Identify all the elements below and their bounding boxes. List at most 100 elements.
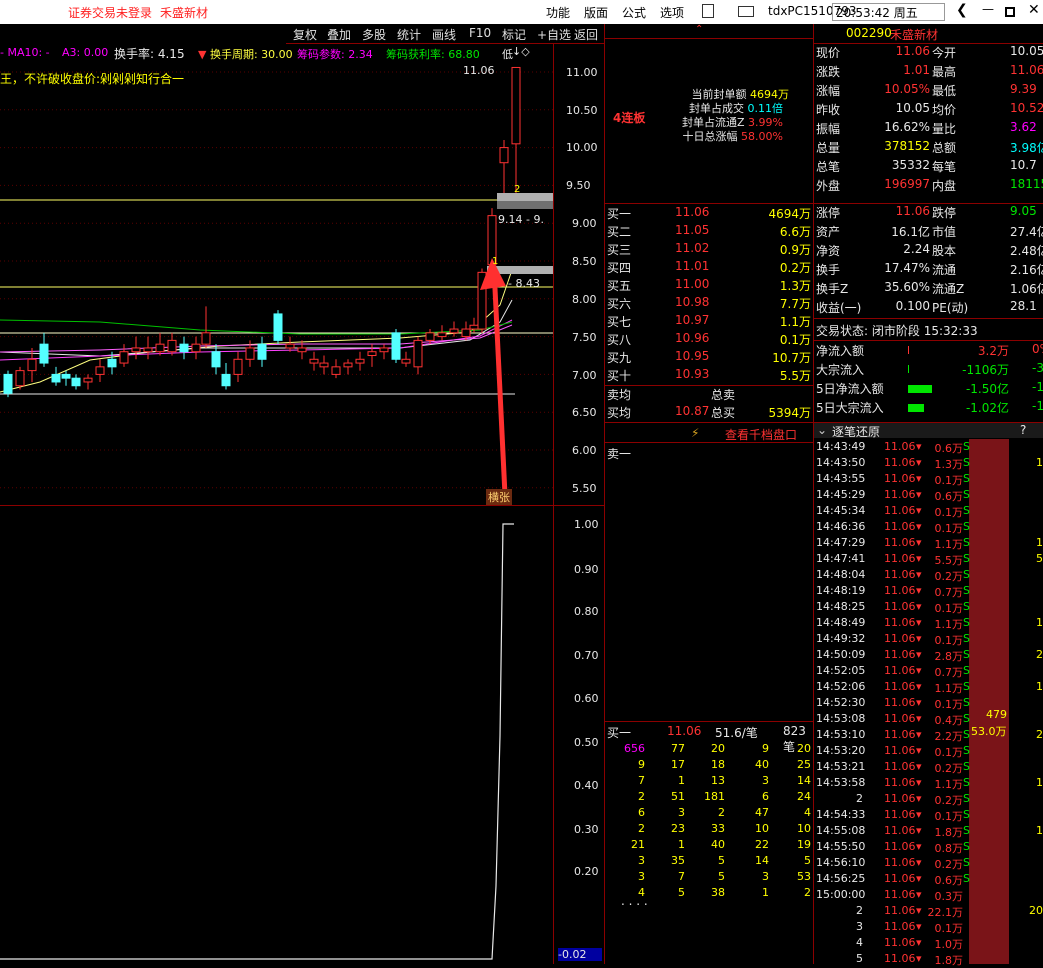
title-bar: 证券交易未登录 禾盛新材 功能 版面 公式 选项 tdxPC1510793 20… (0, 0, 1043, 24)
f10-button[interactable]: F10 (469, 26, 491, 40)
queue-cell: 14 (797, 774, 811, 787)
add-watchlist-button[interactable]: +自选 (537, 26, 571, 43)
lightning-icon: ⚡ (691, 426, 700, 440)
restore-icon[interactable] (1005, 7, 1015, 17)
menu-formula[interactable]: 公式 (622, 4, 646, 21)
bid-row[interactable]: 买四 11.01 0.2万 (605, 259, 813, 277)
tick-row: 14:53:10 11.06 ▾ 2.2万 S 2 (816, 728, 1043, 743)
subchart-tag: 横张 (486, 489, 512, 505)
queue-cell: 51 (671, 790, 685, 803)
flow-row: 5日净流入额 -1.50亿 -18 (816, 380, 1043, 396)
overlay-button[interactable]: 叠加 (327, 26, 351, 43)
close-icon[interactable]: ✕ (1028, 2, 1040, 18)
stock-title: 禾盛新材 (890, 28, 939, 42)
bid-row[interactable]: 买一 11.06 4694万 (605, 205, 813, 223)
quote-row: 外盘 196997 内盘 181155 (816, 177, 1043, 193)
queue-cell: 6 (762, 790, 769, 803)
menu-function[interactable]: 功能 (546, 4, 570, 21)
flow-row: 大宗流入 -1106万 -39 (816, 361, 1043, 377)
queue-cell: 9 (762, 742, 769, 755)
queue-cell: 656 (624, 742, 645, 755)
help-icon[interactable]: ? (1020, 423, 1026, 437)
queue-cell: 14 (755, 854, 769, 867)
bid-row[interactable]: 买五 11.00 1.3万 (605, 277, 813, 295)
order-book-panel: ⌃ 4连板 当前封单额 4694万 封单占成交 0.11倍 封单占流通Z 3.99%… (605, 24, 813, 964)
queue-more: . . . . (621, 894, 648, 908)
queue-cell: 19 (797, 838, 811, 851)
queue-cell: 22 (755, 838, 769, 851)
back-icon[interactable]: ❮ (956, 2, 968, 18)
queue-cell: 40 (755, 758, 769, 771)
phone-icon[interactable] (702, 4, 714, 18)
bid-row[interactable]: 买八 10.96 0.1万 (605, 331, 813, 349)
bid-row[interactable]: 买三 11.02 0.9万 (605, 241, 813, 259)
tick-row: 14:54:33 11.06 ▾ 0.1万 S (816, 808, 970, 823)
sub-indicator-chart[interactable] (0, 506, 553, 964)
kline-chart[interactable] (0, 44, 553, 505)
tick-row: 14:56:10 11.06 ▾ 0.2万 S (816, 856, 970, 871)
tick-row: 14:53:21 11.06 ▾ 0.2万 S (816, 760, 970, 775)
queue-cell: 24 (797, 790, 811, 803)
tick-row: 14:46:36 11.06 ▾ 0.1万 S (816, 520, 970, 535)
high-label: 11.06 (463, 64, 495, 77)
tick-row: 14:52:05 11.06 ▾ 0.7万 S (816, 664, 970, 679)
queue-cell: 10 (797, 822, 811, 835)
queue-cell: 53 (797, 870, 811, 883)
queue-cell: 47 (755, 806, 769, 819)
collapse-ticks-icon[interactable]: ⌄ (817, 423, 827, 437)
queue-cell: 35 (671, 854, 685, 867)
queue-cell: 181 (704, 790, 725, 803)
quote-row: 涨停 11.06 跌停 9.05 (816, 204, 1037, 220)
draw-line-button[interactable]: 画线 (432, 26, 456, 43)
queue-cell: 1 (678, 774, 685, 787)
tick-row: 14:45:34 11.06 ▾ 0.1万 S (816, 504, 970, 519)
queue-cell: 3 (638, 854, 645, 867)
queue-cell: 2 (638, 790, 645, 803)
queue-cell: 2 (638, 822, 645, 835)
sell-one-label: 卖一 (607, 447, 632, 461)
multi-stock-button[interactable]: 多股 (362, 26, 386, 43)
queue-header: 买一 11.06 51.6/笔 823笔 (607, 724, 806, 754)
tick-row: 14:49:32 11.06 ▾ 0.1万 S (816, 632, 970, 647)
queue-cell: 40 (711, 838, 725, 851)
quote-row: 涨跌 1.01 最高 11.06 (816, 63, 1043, 79)
queue-cell: 20 (797, 742, 811, 755)
login-status[interactable]: 证券交易未登录 (68, 4, 152, 21)
restore-rights-button[interactable]: 复权 (293, 26, 317, 43)
return-button[interactable]: 返回 (574, 26, 598, 43)
tick-row: 14:53:58 11.06 ▾ 1.1万 S 1 (816, 776, 1043, 791)
tick-row: 14:48:19 11.06 ▾ 0.7万 S (816, 584, 970, 599)
price-axis: 11.00 10.50 10.00 9.50 9.00 8.50 8.00 7.… (566, 66, 598, 495)
view-depth-link[interactable]: 查看千档盘口 (725, 426, 797, 443)
seal-line: 封单占流通Z 3.99% (682, 116, 783, 129)
tick-row: 14:50:09 11.06 ▾ 2.8万 S 2 (816, 648, 1043, 663)
bid-row[interactable]: 买十 10.93 5.5万 (605, 367, 813, 385)
queue-cell: 5 (804, 854, 811, 867)
bid-row[interactable]: 买七 10.97 1.1万 (605, 313, 813, 331)
queue-cell: 13 (711, 774, 725, 787)
ticks-header[interactable]: ⌄ 逐笔还原 ? (814, 422, 1043, 439)
collapse-icon[interactable]: ⌃ (695, 24, 703, 35)
avg-row: 买均 10.87 总买 5394万 (607, 404, 811, 420)
queue-cell: 10 (755, 822, 769, 835)
label-2: 2 (514, 184, 521, 195)
sub-axis: 1.00 0.90 0.80 0.70 0.60 0.50 0.40 0.30 … (554, 506, 604, 964)
bid-row[interactable]: 买二 11.05 6.6万 (605, 223, 813, 241)
flow-row: 净流入额 3.2万 0% (816, 342, 1043, 358)
queue-cell: 38 (711, 886, 725, 899)
bid-row[interactable]: 买九 10.95 10.7万 (605, 349, 813, 367)
bid-row[interactable]: 买六 10.98 7.7万 (605, 295, 813, 313)
queue-cell: 2 (804, 886, 811, 899)
quote-row: 现价 11.06 今开 10.05 (816, 44, 1043, 60)
menu-layout[interactable]: 版面 (584, 4, 608, 21)
menu-options[interactable]: 选项 (660, 4, 684, 21)
queue-cell: 3 (638, 870, 645, 883)
mark-button[interactable]: 标记 (502, 26, 526, 43)
tick-row: 14:55:50 11.06 ▾ 0.8万 S (816, 840, 970, 855)
tick-row: 14:43:50 11.06 ▾ 1.3万 S 1 (816, 456, 1043, 471)
queue-cell: 17 (671, 758, 685, 771)
tick-row: 15:00:00 11.06 ▾ 0.3万 (816, 888, 963, 903)
statistics-button[interactable]: 统计 (397, 26, 421, 43)
mail-icon[interactable] (738, 6, 754, 17)
minimize-icon[interactable]: — (982, 2, 994, 16)
